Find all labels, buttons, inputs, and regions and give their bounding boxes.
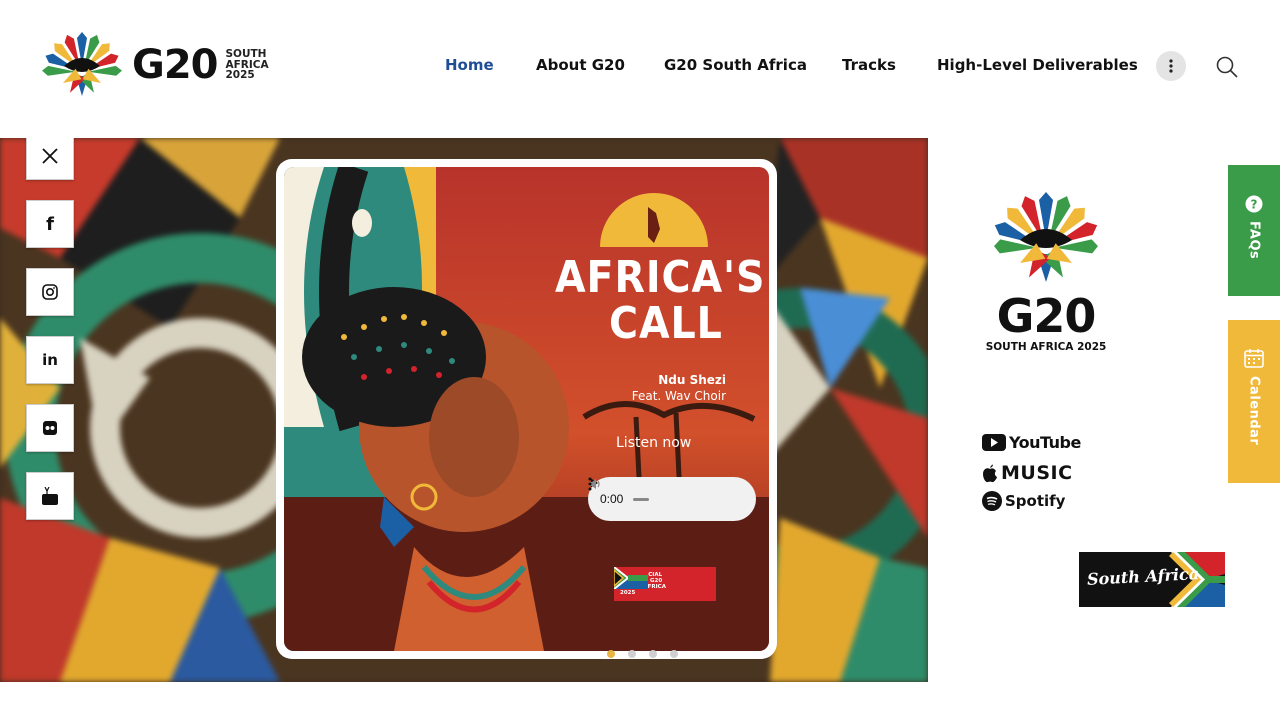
- slide-dot-1[interactable]: [607, 650, 615, 658]
- youtube-icon: [42, 487, 58, 505]
- social-x-button[interactable]: [26, 138, 74, 180]
- nav-about-g20[interactable]: About G20: [536, 56, 625, 74]
- apple-music-label: MUSIC: [1001, 462, 1073, 484]
- audio-player[interactable]: 0:00: [588, 477, 756, 521]
- faqs-tab[interactable]: ? FAQs: [1228, 165, 1280, 296]
- apple-music-link[interactable]: MUSIC: [982, 462, 1073, 484]
- aside-logo-subtitle: SOUTH AFRICA 2025: [985, 341, 1107, 353]
- linkedin-icon: in: [42, 351, 58, 369]
- more-button[interactable]: [1156, 51, 1186, 81]
- social-youtube-button[interactable]: [26, 472, 74, 520]
- calendar-tab[interactable]: Calendar: [1228, 320, 1280, 483]
- nav-g20-south-africa[interactable]: G20 South Africa: [664, 56, 807, 74]
- question-circle-icon: ?: [1245, 195, 1263, 213]
- search-icon: [1216, 56, 1238, 78]
- youtube-logo-icon: [982, 434, 1006, 451]
- slide-dot-3[interactable]: [649, 650, 657, 658]
- calendar-label: Calendar: [1246, 376, 1262, 446]
- youtube-label: YouTube: [1009, 433, 1081, 452]
- social-flickr-button[interactable]: [26, 404, 74, 452]
- social-facebook-button[interactable]: f: [26, 200, 74, 248]
- faqs-label: FAQs: [1246, 221, 1262, 260]
- calendar-icon: [1244, 349, 1264, 368]
- slider-pagination: [607, 650, 678, 658]
- protea-emblem-icon: [994, 192, 1098, 282]
- listen-now-label: Listen now: [616, 435, 692, 451]
- nav-high-level-deliverables[interactable]: High-Level Deliverables: [937, 56, 1138, 74]
- brand-south-africa-logo[interactable]: South Africa: [1079, 552, 1225, 607]
- artist-name: Ndu Shezi: [658, 373, 726, 387]
- x-icon: [42, 148, 58, 164]
- facebook-icon: f: [46, 213, 54, 235]
- player-progress-bar[interactable]: [633, 497, 650, 501]
- aside-logo-wordmark: G20: [996, 289, 1097, 343]
- instagram-icon: [42, 284, 58, 300]
- main-nav: Home About G20 G20 South Africa Tracks H…: [0, 56, 1280, 78]
- song-poster: AFRICA'S CALL Ndu Shezi Feat. Wav Choir …: [284, 167, 769, 651]
- apple-logo-icon: [983, 464, 997, 482]
- search-button[interactable]: [1214, 54, 1240, 80]
- svg-text:?: ?: [1251, 198, 1258, 212]
- nav-tracks[interactable]: Tracks: [842, 56, 896, 74]
- spotify-label: Spotify: [1005, 492, 1066, 510]
- social-linkedin-button[interactable]: in: [26, 336, 74, 384]
- nav-home[interactable]: Home: [445, 56, 494, 74]
- player-options-icon[interactable]: [588, 477, 592, 491]
- youtube-link[interactable]: YouTube: [982, 433, 1081, 452]
- g20-south-africa-logo: G20 SOUTH AFRICA 2025: [978, 190, 1114, 353]
- featuring-text: Feat. Wav Choir: [631, 389, 726, 403]
- song-promo-card[interactable]: AFRICA'S CALL Ndu Shezi Feat. Wav Choir …: [276, 159, 777, 659]
- slide-dot-2[interactable]: [628, 650, 636, 658]
- spotify-link[interactable]: Spotify: [982, 491, 1065, 511]
- song-title-line-2: CALL: [609, 298, 723, 349]
- page: G20 SOUTH AFRICA 2025 Home About G20 G20…: [0, 0, 1280, 704]
- song-title: AFRICA'S CALL: [546, 252, 766, 349]
- player-time: 0:00: [600, 492, 624, 506]
- flickr-icon: [43, 421, 57, 435]
- spotify-logo-icon: [982, 491, 1002, 511]
- slide-dot-4[interactable]: [670, 650, 678, 658]
- social-instagram-button[interactable]: [26, 268, 74, 316]
- official-song-badge: THE OFFICIAL SONG OF G20 SOUTH AFRICA 20…: [614, 567, 716, 601]
- more-vertical-icon: [1169, 59, 1173, 73]
- south-africa-flag-icon: [614, 567, 648, 589]
- song-title-line-1: AFRICA'S: [555, 252, 766, 303]
